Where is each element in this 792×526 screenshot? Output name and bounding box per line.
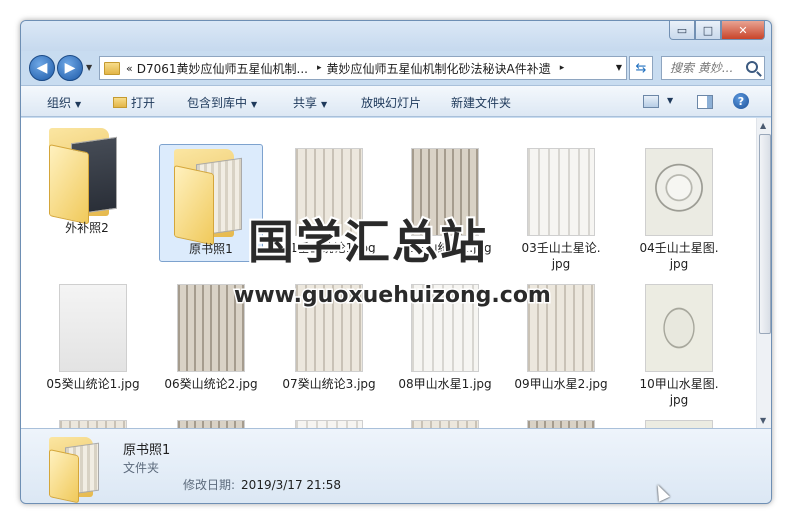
arrow-right-icon: ▶	[64, 60, 76, 76]
scroll-up-icon[interactable]: ▲	[760, 121, 766, 130]
image-thumbnail	[645, 284, 713, 372]
item-label: 05癸山统论1.jpg	[46, 377, 140, 391]
image-item[interactable]: 05癸山统论1.jpg	[41, 280, 145, 398]
details-modified: 修改日期: 2019/3/17 21:58	[183, 476, 341, 493]
image-thumbnail	[645, 420, 713, 428]
chevron-down-icon: ▼	[75, 100, 82, 109]
image-item[interactable]: 10甲山水星图. jpg	[627, 280, 731, 407]
window-controls: ▭ □ ✕	[669, 21, 765, 40]
image-thumbnail	[411, 420, 479, 428]
share-label: 共享	[293, 96, 318, 110]
address-dropdown-icon[interactable]: ▼	[616, 63, 622, 72]
details-name: 原书照1	[123, 443, 171, 458]
image-thumbnail	[295, 420, 363, 428]
recent-pages-dropdown[interactable]: ▼	[86, 63, 92, 72]
image-item[interactable]	[393, 416, 497, 428]
open-label: 打开	[131, 96, 156, 110]
item-label: 09甲山水星2.jpg	[514, 377, 608, 391]
maximize-icon: □	[702, 23, 714, 37]
command-bar: 组织 ▼ 打开 包含到库中 ▼ 共享 ▼ 放映幻灯片 新建文件夹 ▼ ?	[21, 85, 771, 117]
image-item[interactable]	[41, 416, 145, 428]
close-button[interactable]: ✕	[721, 21, 765, 40]
image-item[interactable]	[159, 416, 263, 428]
image-item[interactable]	[627, 416, 731, 428]
folder-item[interactable]: 外补照2	[35, 124, 139, 242]
image-item[interactable]: 04壬山土星图. jpg	[627, 144, 731, 271]
address-row: ◀ ▶ ▼ « D7061黄妙应仙师五星仙机制... ▸ 黄妙应仙师五星仙机制化…	[21, 51, 771, 85]
folder-icon	[49, 128, 125, 225]
breadcrumb-overflow[interactable]: «	[126, 62, 133, 75]
image-thumbnail	[527, 420, 595, 428]
search-icon[interactable]	[746, 61, 758, 73]
slideshow-button[interactable]: 放映幻灯片	[361, 94, 421, 111]
details-type: 文件夹	[123, 461, 160, 475]
breadcrumb-separator-icon[interactable]: ▸	[560, 63, 565, 73]
open-button[interactable]: 打开	[113, 94, 155, 111]
folder-icon	[49, 437, 105, 503]
include-in-library-menu[interactable]: 包含到库中 ▼	[187, 94, 257, 111]
image-thumbnail	[59, 284, 127, 372]
help-icon[interactable]: ?	[733, 93, 749, 109]
file-list-view[interactable]: 外补照2 原书照1 01壬山统论1.jpg 02壬山统论2.jpg 03壬山土星…	[21, 118, 771, 428]
maximize-button[interactable]: □	[695, 21, 721, 40]
watermark-url: www.guoxuehuizong.com	[233, 282, 553, 310]
open-icon	[113, 97, 127, 108]
scroll-down-icon[interactable]: ▼	[760, 416, 766, 425]
organize-menu[interactable]: 组织 ▼	[47, 94, 81, 111]
help-glyph: ?	[737, 94, 745, 108]
refresh-button[interactable]: ⇆	[629, 56, 653, 80]
item-label: 原书照1	[189, 242, 233, 256]
title-bar[interactable]: ▭ □ ✕	[21, 21, 771, 51]
image-thumbnail	[59, 420, 127, 428]
view-options-icon[interactable]	[643, 95, 659, 108]
include-library-label: 包含到库中	[187, 96, 248, 110]
share-menu[interactable]: 共享 ▼	[293, 94, 327, 111]
image-thumbnail	[527, 148, 595, 236]
chevron-down-icon: ▼	[321, 100, 328, 109]
minimize-icon: ▭	[676, 23, 688, 37]
new-folder-label: 新建文件夹	[451, 96, 512, 110]
modified-value: 2019/3/17 21:58	[241, 478, 341, 492]
image-item[interactable]	[509, 416, 613, 428]
image-thumbnail	[177, 420, 245, 428]
folder-icon	[174, 149, 250, 246]
scrollbar-thumb[interactable]	[759, 134, 771, 334]
image-item[interactable]	[277, 416, 381, 428]
item-label: 06癸山统论2.jpg	[164, 377, 258, 391]
arrow-left-icon: ◀	[36, 60, 48, 76]
back-button[interactable]: ◀	[29, 55, 55, 81]
image-item[interactable]: 03壬山土星论. jpg	[509, 144, 613, 271]
vertical-scrollbar[interactable]: ▲ ▼	[756, 118, 771, 428]
refresh-icon: ⇆	[635, 60, 647, 76]
image-thumbnail	[645, 148, 713, 236]
organize-label: 组织	[47, 96, 72, 110]
modified-label: 修改日期:	[183, 478, 236, 492]
close-icon: ✕	[738, 23, 748, 37]
breadcrumb-item-current[interactable]: 黄妙应仙师五星仙机制化砂法秘诀A件补遗	[327, 60, 551, 77]
address-bar[interactable]: « D7061黄妙应仙师五星仙机制... ▸ 黄妙应仙师五星仙机制化砂法秘诀A件…	[99, 56, 627, 80]
breadcrumb-item[interactable]: D7061黄妙应仙师五星仙机制...	[137, 60, 308, 77]
folder-icon	[104, 61, 120, 75]
item-label: 08甲山水星1.jpg	[398, 377, 492, 391]
chevron-down-icon: ▼	[251, 100, 258, 109]
new-folder-button[interactable]: 新建文件夹	[451, 94, 511, 111]
item-label: 10甲山水星图. jpg	[639, 377, 719, 407]
item-label: 07癸山统论3.jpg	[282, 377, 376, 391]
breadcrumb-separator-icon[interactable]: ▸	[317, 63, 322, 73]
minimize-button[interactable]: ▭	[669, 21, 695, 40]
forward-button[interactable]: ▶	[57, 55, 83, 81]
view-dropdown-icon[interactable]: ▼	[667, 96, 673, 105]
item-label: 外补照2	[65, 221, 109, 235]
search-input[interactable]	[670, 61, 740, 75]
search-box[interactable]	[661, 56, 765, 80]
slideshow-label: 放映幻灯片	[361, 96, 422, 110]
preview-pane-icon[interactable]	[697, 95, 713, 109]
item-label: 04壬山土星图. jpg	[639, 241, 719, 271]
item-label: 03壬山土星论. jpg	[521, 241, 601, 271]
watermark-title: 国学汇总站	[246, 213, 488, 271]
